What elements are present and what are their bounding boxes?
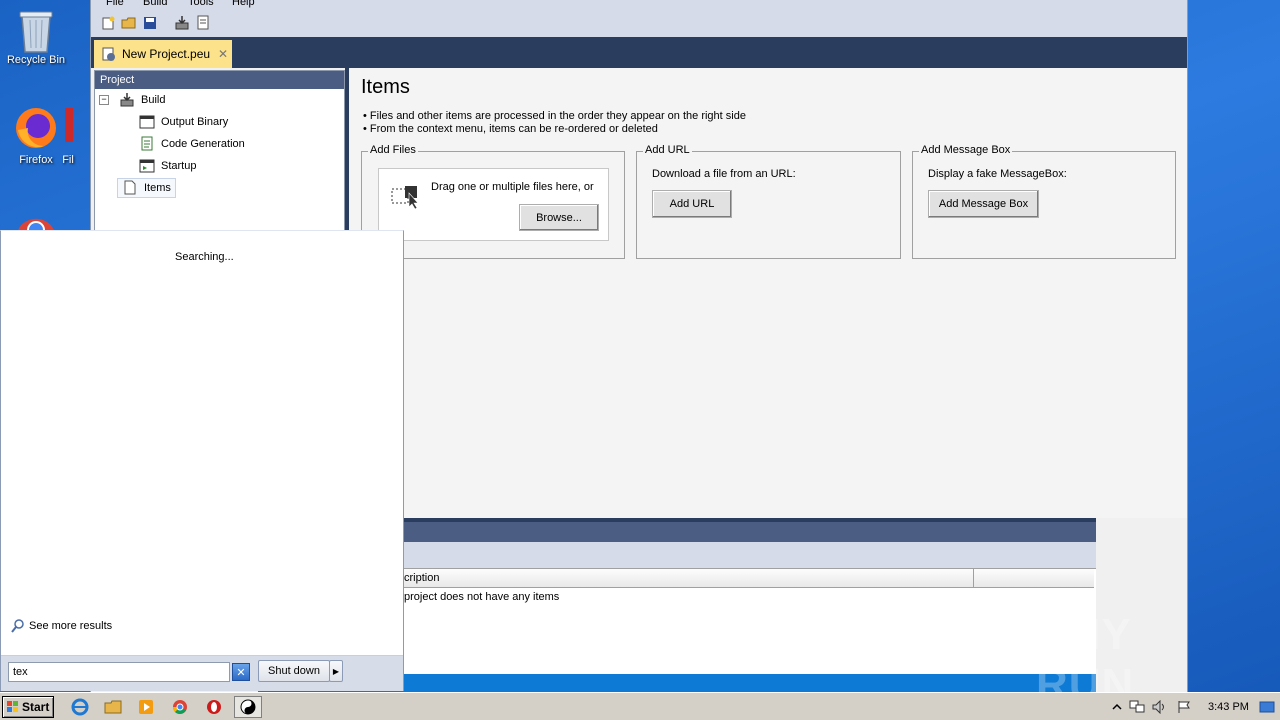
file-icon [63, 106, 73, 150]
tree-item-label: Startup [161, 160, 197, 172]
document-tab-bar: New Project.peu ✕ [91, 37, 1187, 68]
internet-explorer-icon[interactable] [68, 697, 92, 717]
menu-bar: File Build Tools Help [91, 0, 1187, 10]
action-center-flag-icon[interactable] [1176, 699, 1192, 715]
start-menu: Searching... See more results tex ✕ Shut… [0, 230, 404, 691]
grid-empty-message: project does not have any items [404, 591, 560, 603]
shutdown-options-arrow-icon[interactable]: ▶ [329, 660, 343, 682]
desktop-icon-label: Fil [62, 154, 74, 166]
page-icon [122, 180, 138, 196]
tree-item-label: Code Generation [161, 138, 245, 150]
start-label: Start [22, 700, 50, 714]
see-more-results-link[interactable]: See more results [11, 619, 112, 633]
tree-item-label: Build [141, 94, 166, 106]
startup-window-icon [139, 158, 155, 174]
file-explorer-icon[interactable] [101, 697, 125, 717]
info-bullet: • From the context menu, items can be re… [363, 123, 658, 135]
tree-item-code-generation[interactable]: Code Generation [139, 134, 245, 154]
yin-yang-icon [240, 699, 256, 715]
add-message-box-group: Add Message Box Display a fake MessageBo… [912, 144, 1176, 259]
tree-item-items[interactable]: Items [117, 178, 176, 198]
menu-help[interactable]: Help [232, 0, 255, 8]
code-file-icon [139, 136, 155, 152]
desktop-icon-file[interactable]: Fil [48, 106, 88, 166]
add-url-group: Add URL Download a file from an URL: Add… [636, 144, 901, 259]
group-legend: Add URL [643, 144, 692, 156]
recycle-bin-icon [14, 6, 58, 53]
desktop-icon-label: Recycle Bin [6, 54, 66, 66]
start-button[interactable]: Start [2, 696, 54, 718]
magnifier-icon [11, 619, 25, 633]
start-menu-results: Searching... See more results [5, 233, 401, 655]
windows-logo-icon [6, 700, 20, 714]
add-message-box-button[interactable]: Add Message Box [928, 190, 1039, 218]
clear-search-icon[interactable]: ✕ [232, 663, 250, 681]
info-bullet: • Files and other items are processed in… [363, 110, 746, 122]
shutdown-button[interactable]: Shut down [258, 660, 330, 682]
save-icon[interactable] [141, 14, 159, 32]
see-more-results-label: See more results [29, 620, 113, 632]
media-player-icon[interactable] [134, 697, 158, 717]
open-folder-icon[interactable] [120, 14, 138, 32]
menu-tools[interactable]: Tools [188, 0, 214, 8]
close-icon[interactable]: ✕ [218, 47, 228, 61]
add-url-description: Download a file from an URL: [652, 168, 796, 180]
group-legend: Add Message Box [919, 144, 1013, 156]
add-url-button[interactable]: Add URL [652, 190, 732, 218]
new-project-icon[interactable] [99, 14, 117, 32]
document-tab[interactable]: New Project.peu ✕ [94, 40, 232, 68]
window-icon [139, 114, 155, 130]
menu-file[interactable]: File [106, 0, 124, 8]
drop-hint: Drag one or multiple files here, or [431, 181, 594, 193]
drag-drop-icon [391, 185, 421, 212]
column-divider[interactable] [973, 569, 974, 588]
collapse-icon[interactable]: − [99, 95, 109, 105]
build-icon [119, 92, 135, 108]
watermark: ANY RUN [1036, 610, 1135, 709]
tree-item-label: Items [144, 182, 171, 194]
search-status: Searching... [175, 251, 234, 263]
start-menu-footer: tex ✕ Shut down ▶ [1, 655, 403, 691]
tree-item-label: Output Binary [161, 116, 229, 128]
items-content: Items • Files and other items are proces… [349, 68, 1187, 518]
file-drop-zone[interactable]: Drag one or multiple files here, or Brow… [378, 168, 609, 241]
system-clock[interactable]: 3:43 PM [1208, 701, 1249, 713]
active-app-taskbar-button[interactable] [234, 696, 262, 718]
project-panel-header: Project [95, 71, 344, 89]
tree-item-output-binary[interactable]: Output Binary [139, 112, 228, 132]
group-legend: Add Files [368, 144, 418, 156]
document-icon[interactable] [194, 14, 212, 32]
add-message-box-description: Display a fake MessageBox: [928, 168, 1067, 180]
project-file-icon [102, 47, 116, 61]
column-header-description[interactable]: cription [404, 572, 439, 584]
show-hidden-icons-chevron-icon[interactable] [1109, 699, 1125, 715]
document-tab-title: New Project.peu [122, 47, 211, 61]
show-desktop-icon[interactable] [1259, 699, 1275, 715]
chrome-taskbar-icon[interactable] [168, 697, 192, 717]
network-icon[interactable] [1129, 699, 1145, 715]
volume-icon[interactable] [1152, 699, 1168, 715]
browse-button[interactable]: Browse... [519, 204, 599, 231]
menu-build[interactable]: Build [143, 0, 167, 8]
tree-item-build[interactable]: − Build [99, 90, 165, 110]
page-title: Items [361, 76, 410, 98]
opera-icon[interactable] [202, 697, 226, 717]
desktop-icon-recycle-bin[interactable]: Recycle Bin [0, 6, 72, 66]
tree-item-startup[interactable]: Startup [139, 156, 196, 176]
taskbar: Start 3:43 PM [0, 692, 1280, 720]
toolbar [91, 10, 1187, 37]
build-icon[interactable] [173, 14, 191, 32]
start-search-input[interactable]: tex [8, 662, 230, 682]
